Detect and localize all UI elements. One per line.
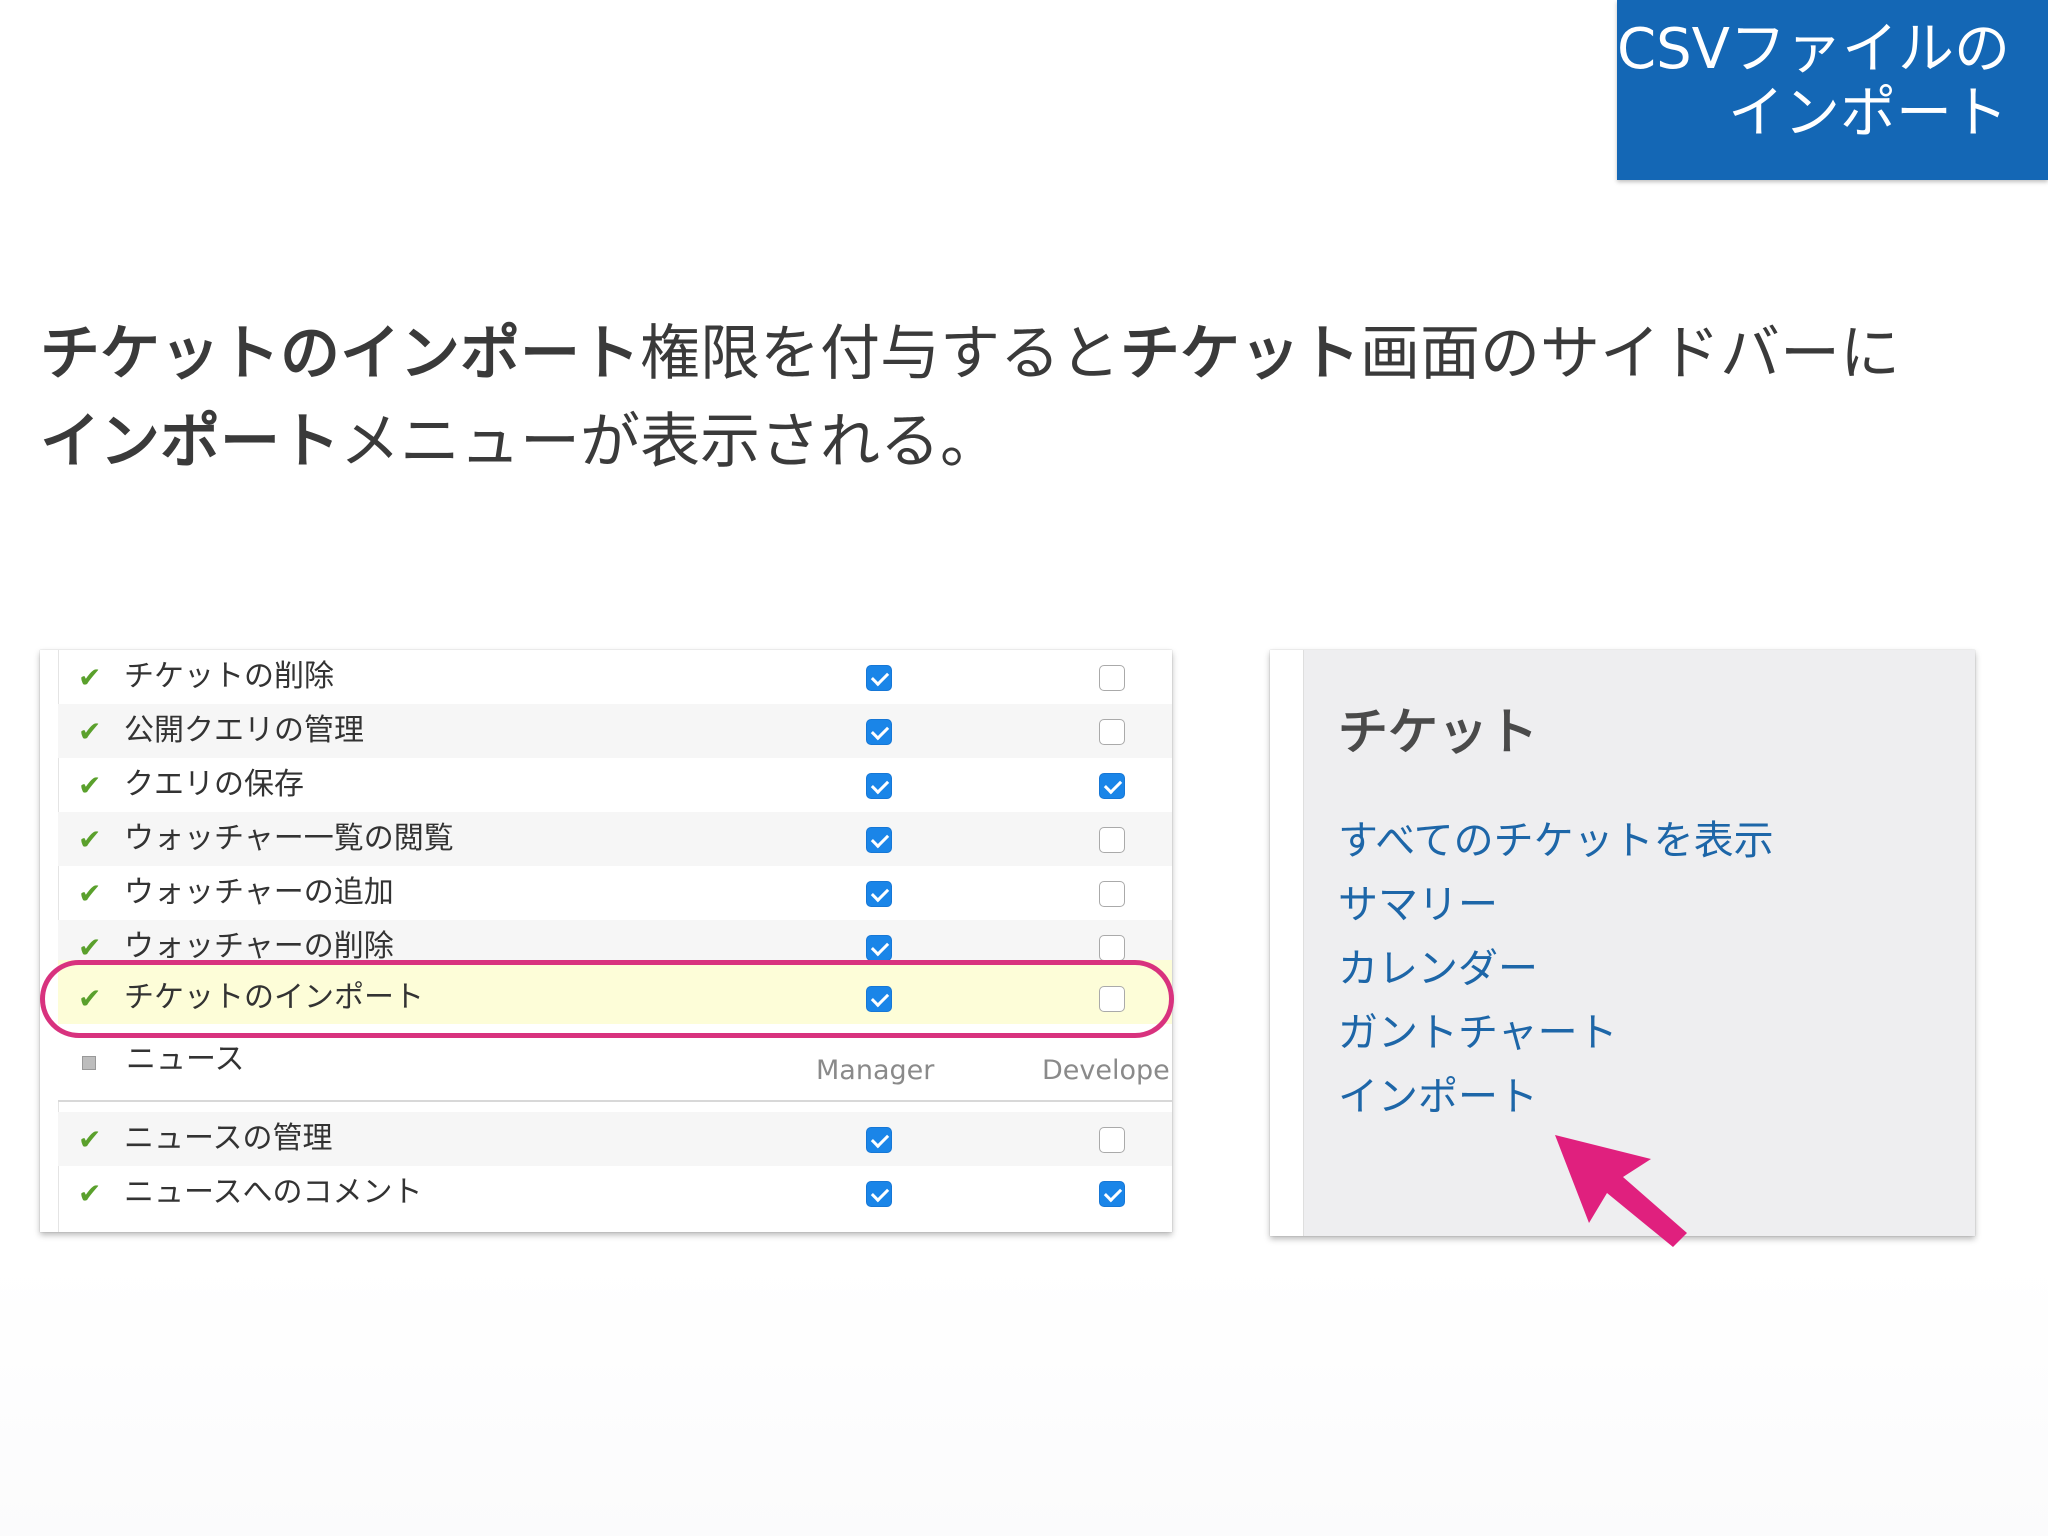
description-text: 権限を付与すると xyxy=(640,319,1120,389)
column-header-manager: Manager xyxy=(816,1055,935,1086)
manager-checkbox[interactable] xyxy=(866,719,892,745)
arrow-icon xyxy=(1555,1135,1687,1247)
table-row: ✔ ニュースへのコメント xyxy=(58,1166,1172,1220)
check-icon: ✔ xyxy=(78,661,102,694)
check-icon: ✔ xyxy=(78,715,102,748)
badge-line-2: インポート xyxy=(1728,81,2008,146)
column-header-developer: Developer xyxy=(1042,1055,1172,1086)
manager-checkbox[interactable] xyxy=(866,665,892,691)
description-strong: インポート xyxy=(40,407,340,477)
check-icon: ✔ xyxy=(78,877,102,910)
permission-label: ニュースへのコメント xyxy=(124,1175,423,1210)
section-label: ニュース xyxy=(126,1042,245,1077)
sidebar-link-gantt[interactable]: ガントチャート xyxy=(1338,1007,1618,1059)
table-row: ✔ ウォッチャーの追加 xyxy=(58,866,1172,920)
table-row: ✔ ウォッチャー一覧の閲覧 xyxy=(58,812,1172,866)
developer-checkbox[interactable] xyxy=(1099,881,1125,907)
check-icon: ✔ xyxy=(78,823,102,856)
manager-checkbox[interactable] xyxy=(866,881,892,907)
manager-checkbox[interactable] xyxy=(866,1127,892,1153)
description-text: メニューが表示される。 xyxy=(340,407,1000,477)
description: チケットのインポート権限を付与するとチケット画面のサイドバーに インポートメニュ… xyxy=(40,310,2000,486)
check-icon: ✔ xyxy=(78,769,102,802)
square-icon xyxy=(82,1056,96,1070)
sidebar-link-all-issues[interactable]: すべてのチケットを表示 xyxy=(1338,815,1774,867)
manager-checkbox[interactable] xyxy=(866,827,892,853)
developer-checkbox[interactable] xyxy=(1099,1181,1125,1207)
title-badge: CSVファイルの インポート xyxy=(1617,0,2048,180)
description-line-1: チケットのインポート権限を付与するとチケット画面のサイドバーに xyxy=(40,310,2000,398)
sidebar-link-summary[interactable]: サマリー xyxy=(1338,879,1498,931)
developer-checkbox[interactable] xyxy=(1099,665,1125,691)
check-icon: ✔ xyxy=(78,1123,102,1156)
manager-checkbox[interactable] xyxy=(866,773,892,799)
highlight-ring xyxy=(40,960,1174,1038)
description-strong: チケットのインポート xyxy=(40,319,640,389)
check-icon: ✔ xyxy=(78,931,102,964)
description-line-2: インポートメニューが表示される。 xyxy=(40,398,2000,486)
manager-checkbox[interactable] xyxy=(866,1181,892,1207)
table-row: ✔ 公開クエリの管理 xyxy=(58,704,1172,758)
manager-checkbox[interactable] xyxy=(866,935,892,961)
permission-label: ニュースの管理 xyxy=(124,1121,333,1156)
permission-label: 公開クエリの管理 xyxy=(124,713,364,748)
sidebar-link-calendar[interactable]: カレンダー xyxy=(1338,943,1538,995)
check-icon: ✔ xyxy=(78,1177,102,1210)
description-text: 画面のサイドバーに xyxy=(1360,319,1900,389)
background-fade xyxy=(0,1260,2048,1536)
permission-label: クエリの保存 xyxy=(124,767,304,802)
table-edge xyxy=(40,650,59,1232)
permission-label: ウォッチャーの追加 xyxy=(124,875,394,910)
sidebar-title: チケット xyxy=(1338,703,1538,761)
table-row: ✔ クエリの保存 xyxy=(58,758,1172,812)
permission-label: ウォッチャー一覧の閲覧 xyxy=(124,821,454,856)
sidebar-edge xyxy=(1270,650,1304,1236)
sidebar-link-import[interactable]: インポート xyxy=(1338,1071,1538,1123)
permissions-table: ✔ チケットの削除 ✔ 公開クエリの管理 ✔ クエリの保存 ✔ ウォッチャー一覧の閲覧 ✔ ウォッ… xyxy=(40,650,1172,1232)
table-row: ✔ ニュースの管理 xyxy=(58,1112,1172,1166)
developer-checkbox[interactable] xyxy=(1099,935,1125,961)
badge-line-1: CSVファイルの xyxy=(1617,17,2010,82)
permission-label: チケットの削除 xyxy=(124,659,334,694)
developer-checkbox[interactable] xyxy=(1099,1127,1125,1153)
table-row: ✔ チケットの削除 xyxy=(58,650,1172,704)
description-strong: チケット xyxy=(1120,319,1360,389)
developer-checkbox[interactable] xyxy=(1099,827,1125,853)
developer-checkbox[interactable] xyxy=(1099,719,1125,745)
developer-checkbox[interactable] xyxy=(1099,773,1125,799)
